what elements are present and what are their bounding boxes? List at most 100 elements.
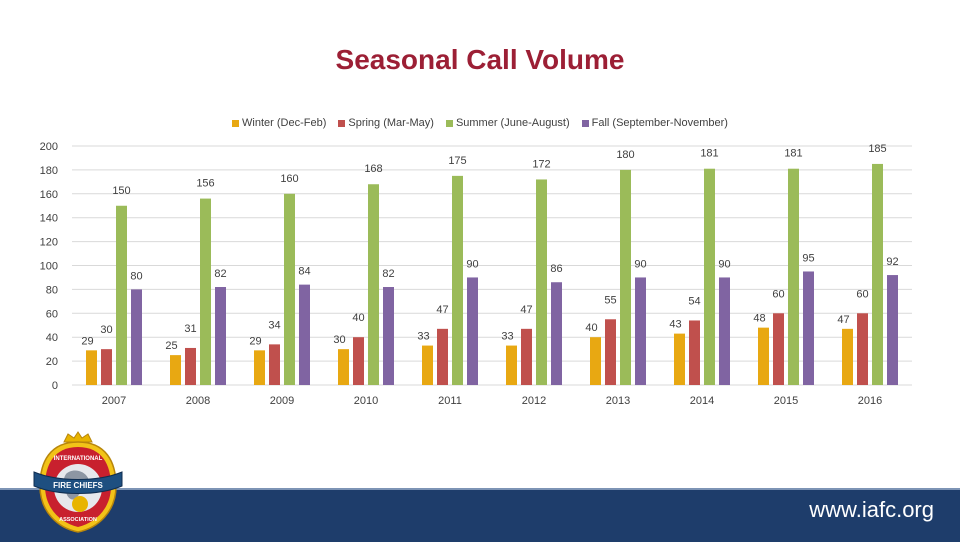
bar — [254, 350, 265, 385]
x-tick-label: 2009 — [270, 395, 294, 407]
bar — [269, 344, 280, 385]
bar — [86, 350, 97, 385]
y-tick-label: 20 — [46, 356, 58, 368]
data-label: 172 — [532, 158, 550, 170]
data-label: 80 — [130, 270, 142, 282]
data-label: 90 — [634, 258, 646, 270]
data-label: 47 — [436, 304, 448, 316]
data-label: 40 — [585, 322, 597, 334]
y-tick-label: 0 — [52, 380, 58, 392]
y-tick-label: 180 — [40, 165, 58, 177]
data-label: 180 — [616, 149, 634, 161]
logo-star-icon — [72, 496, 88, 512]
x-tick-label: 2007 — [102, 395, 126, 407]
x-tick-label: 2010 — [354, 395, 378, 407]
data-label: 181 — [784, 148, 802, 160]
data-label: 43 — [669, 319, 681, 331]
data-label: 82 — [214, 268, 226, 280]
bar — [383, 287, 394, 385]
y-tick-label: 80 — [46, 284, 58, 296]
bar — [689, 320, 700, 385]
bar — [299, 284, 310, 385]
bar — [185, 347, 196, 385]
data-label: 48 — [753, 313, 765, 325]
bar — [170, 355, 181, 385]
bar — [773, 313, 784, 385]
bar — [887, 275, 898, 385]
bar — [674, 333, 685, 385]
bar — [872, 163, 883, 385]
bar — [758, 327, 769, 385]
bar — [635, 277, 646, 385]
x-tick-label: 2012 — [522, 395, 546, 407]
y-tick-label: 200 — [40, 141, 58, 153]
data-label: 47 — [520, 304, 532, 316]
data-label: 47 — [837, 314, 849, 326]
y-tick-label: 160 — [40, 189, 58, 201]
bar — [536, 179, 547, 385]
bar-chart: 0 20 40 60 80 100 120 140 160 180 200 29 30 150 80 2007… — [40, 141, 912, 407]
y-tick-label: 100 — [40, 261, 58, 273]
data-label: 60 — [772, 288, 784, 300]
bar — [131, 289, 142, 385]
data-label: 82 — [382, 268, 394, 280]
bar — [284, 193, 295, 385]
iafc-logo: FIRE CHIEFS INTERNATIONAL ASSOCIATION — [33, 431, 123, 533]
bar — [719, 277, 730, 385]
data-label: 60 — [856, 288, 868, 300]
data-label: 29 — [81, 335, 93, 347]
x-tick-label: 2015 — [774, 395, 798, 407]
bar — [467, 277, 478, 385]
bar — [422, 345, 433, 385]
data-label: 90 — [718, 258, 730, 270]
bar — [353, 337, 364, 385]
logo-top-text: INTERNATIONAL — [54, 456, 103, 462]
bar — [803, 271, 814, 385]
x-tick-label: 2016 — [858, 395, 882, 407]
bar — [338, 349, 349, 385]
data-label: 92 — [886, 256, 898, 268]
x-tick-label: 2008 — [186, 395, 210, 407]
data-label: 150 — [112, 185, 130, 197]
bar — [620, 169, 631, 385]
data-label: 30 — [100, 324, 112, 336]
data-label: 54 — [688, 295, 700, 307]
data-label: 160 — [280, 173, 298, 185]
bar — [857, 313, 868, 385]
y-tick-label: 140 — [40, 213, 58, 225]
bar — [116, 205, 127, 385]
data-label: 181 — [700, 148, 718, 160]
bar — [437, 328, 448, 385]
footer-url[interactable]: www.iafc.org — [809, 497, 934, 523]
bar — [842, 328, 853, 385]
x-tick-label: 2011 — [438, 395, 462, 407]
data-label: 175 — [448, 155, 466, 167]
bar — [551, 282, 562, 385]
bar — [101, 349, 112, 385]
data-label: 33 — [501, 331, 513, 343]
bar — [368, 184, 379, 385]
x-tick-label: 2013 — [606, 395, 630, 407]
logo-bottom-text: ASSOCIATION — [59, 517, 97, 523]
data-label: 156 — [196, 178, 214, 190]
data-label: 95 — [802, 252, 814, 264]
bar — [590, 337, 601, 385]
data-label: 86 — [550, 263, 562, 275]
bar — [521, 328, 532, 385]
bar — [200, 198, 211, 385]
data-label: 31 — [184, 323, 196, 335]
data-label: 84 — [298, 266, 310, 278]
bar — [506, 345, 517, 385]
data-label: 40 — [352, 312, 364, 324]
y-tick-label: 60 — [46, 308, 58, 320]
data-label: 185 — [868, 143, 886, 155]
y-tick-label: 40 — [46, 332, 58, 344]
logo-banner-text: FIRE CHIEFS — [53, 481, 103, 490]
y-tick-label: 120 — [40, 237, 58, 249]
bar — [215, 287, 226, 385]
data-label: 30 — [333, 334, 345, 346]
logo-crown — [63, 431, 93, 443]
data-label: 90 — [466, 258, 478, 270]
data-label: 33 — [417, 331, 429, 343]
data-label: 29 — [249, 335, 261, 347]
